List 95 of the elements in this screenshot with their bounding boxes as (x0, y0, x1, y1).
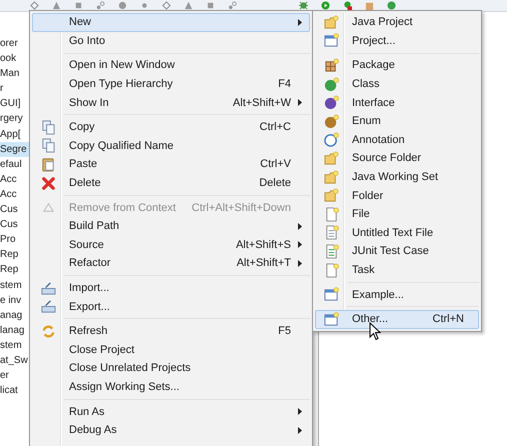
menu-item[interactable]: Example... (315, 285, 479, 304)
file-icon (324, 262, 338, 278)
copy-icon (40, 120, 56, 135)
folder-icon (324, 14, 338, 30)
menu-item[interactable]: Java Working Set (315, 168, 479, 186)
menu-item[interactable]: Other... Ctrl+N (315, 310, 479, 328)
menu-item[interactable]: Open in New Window (32, 56, 310, 75)
tree-item[interactable]: stem (0, 338, 29, 353)
tree-item[interactable]: at_Sw (0, 352, 29, 368)
toolbar-icon[interactable] (74, 1, 83, 10)
export-icon (40, 299, 56, 314)
tree-item[interactable]: Segre (0, 142, 29, 157)
toolbar-icon[interactable] (30, 1, 39, 10)
run-icon[interactable] (321, 1, 330, 10)
copy-icon (40, 138, 56, 154)
delete-icon (40, 176, 56, 191)
menu-item[interactable]: Open Type Hierarchy F4 (32, 74, 310, 94)
tree-item[interactable]: lanag (0, 322, 29, 338)
folder-icon (324, 150, 338, 166)
tree-item[interactable]: r (0, 81, 29, 96)
toolbar-icon[interactable] (228, 1, 237, 10)
toolbar-icon[interactable] (162, 1, 171, 10)
tree-item[interactable]: Rep (0, 247, 29, 262)
tree-item[interactable]: ook (0, 51, 29, 66)
circle-icon[interactable] (387, 1, 396, 10)
menu-item[interactable]: Import... (32, 278, 310, 298)
tree-item[interactable]: e inv (0, 292, 29, 308)
menu-item[interactable]: Source Folder (315, 149, 479, 168)
document-icon (324, 244, 338, 259)
run-icon[interactable] (343, 1, 352, 10)
menu-item[interactable]: Package (315, 56, 479, 75)
menu-item[interactable]: Show In Alt+Shift+W (32, 93, 310, 112)
menu-item[interactable]: Export... (32, 297, 310, 316)
tree-item[interactable]: licat (0, 383, 29, 398)
menu-item[interactable]: Go Into (32, 32, 310, 50)
tree-item[interactable]: Acc (0, 186, 29, 202)
menu-item[interactable]: Interface (315, 93, 479, 112)
folder-icon (324, 188, 338, 204)
menu-item[interactable]: Copy Ctrl+C (32, 118, 310, 137)
menu-item[interactable]: Delete Delete (32, 174, 310, 192)
bug-icon[interactable] (299, 1, 308, 10)
tree-item[interactable]: Cus (0, 217, 29, 232)
import-icon (40, 280, 56, 296)
menu-item[interactable]: File (315, 204, 479, 224)
tree-item[interactable]: rgery (0, 111, 29, 127)
at-sign-icon (324, 132, 338, 148)
tree-item[interactable]: Pro (0, 232, 29, 248)
menu-item[interactable]: Class (315, 74, 479, 94)
refresh-icon (40, 324, 56, 339)
tree-item[interactable]: Man (0, 66, 29, 82)
toolbar-icon[interactable] (118, 1, 127, 10)
window-icon (324, 287, 338, 302)
menu-item[interactable]: New (32, 13, 310, 32)
tree-item[interactable]: anag (0, 308, 29, 323)
menu-item[interactable]: Debug As (32, 420, 310, 440)
tree-item[interactable]: efaul (0, 156, 29, 172)
tree-item[interactable]: Acc (0, 172, 29, 187)
tree-item[interactable]: Rep (0, 262, 29, 278)
window-icon (324, 33, 338, 48)
window-icon (324, 312, 338, 327)
tree-item[interactable]: Cus (0, 202, 29, 218)
cursor-icon (369, 322, 381, 341)
menu-item[interactable]: Close Unrelated Projects (32, 359, 310, 378)
menu-item[interactable]: Annotation (315, 130, 479, 150)
menu-item[interactable]: Source Alt+Shift+S (32, 236, 310, 254)
tree-item[interactable]: stem (0, 278, 29, 293)
file-icon (324, 206, 338, 222)
menu-item[interactable]: Refresh F5 (32, 322, 310, 340)
folder-icon (324, 170, 338, 185)
menu-item[interactable]: Java Project (315, 13, 479, 32)
circle-icon (324, 114, 338, 129)
menu-item[interactable]: JUnit Test Case (315, 242, 479, 261)
menu-item[interactable]: Task (315, 260, 479, 280)
toolbar-icon[interactable] (206, 1, 215, 10)
menu-item[interactable]: Run As (32, 402, 310, 421)
menu-item[interactable]: Untitled Text File (315, 224, 479, 242)
menu-item[interactable]: Refactor Alt+Shift+T (32, 254, 310, 273)
menu-item[interactable]: Copy Qualified Name (32, 136, 310, 156)
tree-item[interactable]: er (0, 368, 29, 384)
menu-item[interactable]: Paste Ctrl+V (32, 155, 310, 174)
tree-item[interactable]: orer (0, 36, 29, 52)
menu-item[interactable]: Enum (315, 112, 479, 131)
circle-icon (324, 76, 338, 92)
paste-icon (40, 156, 56, 172)
tree-item[interactable]: App[ (0, 126, 29, 142)
document-icon (324, 225, 338, 240)
menu-item[interactable]: Build Path (32, 216, 310, 236)
menu-item[interactable]: Folder (315, 186, 479, 205)
menu-item[interactable]: Close Project (32, 340, 310, 360)
toolbar-icon[interactable] (96, 1, 105, 10)
menu-item[interactable]: Project... (315, 32, 479, 50)
tree-item[interactable]: GUI] (0, 96, 29, 112)
circle-icon (324, 95, 338, 110)
toolbar-icon[interactable] (140, 1, 149, 10)
menu-item[interactable]: Assign Working Sets... (32, 378, 310, 396)
